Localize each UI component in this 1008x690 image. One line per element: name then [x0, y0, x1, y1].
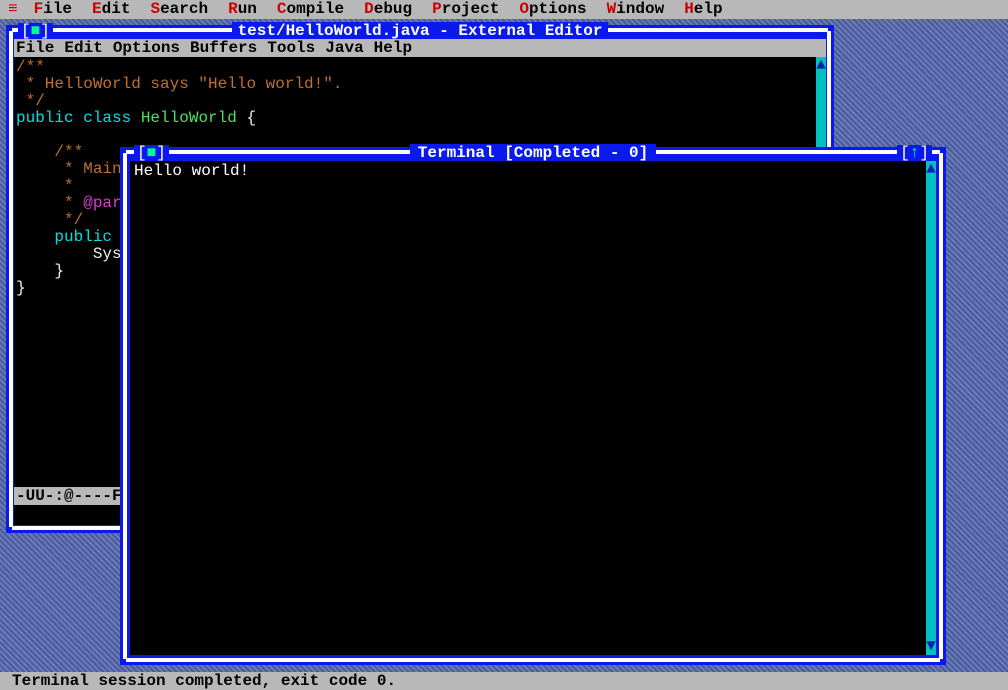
desktop: test/HelloWorld.java - External Editor […: [0, 19, 1008, 672]
menu-project[interactable]: Project: [432, 1, 499, 18]
system-menu-icon[interactable]: ≡: [8, 1, 18, 18]
menu-debug[interactable]: Debug: [364, 1, 412, 18]
status-text: Terminal session completed, exit code 0.: [12, 673, 396, 690]
editor-inner-menubar[interactable]: File Edit Options Buffers Tools Java Hel…: [14, 39, 826, 57]
terminal-scrollbar[interactable]: ▲ ▼: [926, 161, 936, 655]
inner-menu-options[interactable]: Options: [113, 40, 180, 57]
menu-edit[interactable]: Edit: [92, 1, 130, 18]
menu-compile[interactable]: Compile: [277, 1, 344, 18]
inner-menu-java[interactable]: Java: [325, 40, 363, 57]
scroll-down-icon[interactable]: ▼: [926, 638, 936, 655]
terminal-output: Hello world!: [130, 161, 936, 182]
menu-run[interactable]: Run: [228, 1, 257, 18]
editor-window-title: test/HelloWorld.java - External Editor: [6, 23, 834, 40]
terminal-window-title: Terminal [Completed - 0]: [120, 145, 946, 162]
editor-close-button[interactable]: [■]: [18, 23, 53, 40]
scroll-up-icon[interactable]: ▲: [816, 57, 826, 74]
terminal-content: Hello world! ▲ ▼: [130, 161, 936, 655]
menu-file[interactable]: File: [34, 1, 72, 18]
inner-menu-help[interactable]: Help: [374, 40, 412, 57]
scroll-up-icon[interactable]: ▲: [926, 161, 936, 178]
menu-search[interactable]: Search: [150, 1, 208, 18]
terminal-close-button[interactable]: [■]: [134, 145, 169, 162]
inner-menu-tools[interactable]: Tools: [267, 40, 315, 57]
menu-window[interactable]: Window: [607, 1, 665, 18]
inner-menu-buffers[interactable]: Buffers: [190, 40, 257, 57]
inner-menu-file[interactable]: File: [16, 40, 54, 57]
terminal-window[interactable]: Terminal [Completed - 0] [■] [↑] Hello w…: [120, 147, 946, 665]
menubar[interactable]: ≡ File Edit Search Run Compile Debug Pro…: [0, 0, 1008, 19]
inner-menu-edit[interactable]: Edit: [64, 40, 102, 57]
status-line: Terminal session completed, exit code 0.: [0, 672, 1008, 690]
menu-options[interactable]: Options: [519, 1, 586, 18]
menu-help[interactable]: Help: [684, 1, 722, 18]
